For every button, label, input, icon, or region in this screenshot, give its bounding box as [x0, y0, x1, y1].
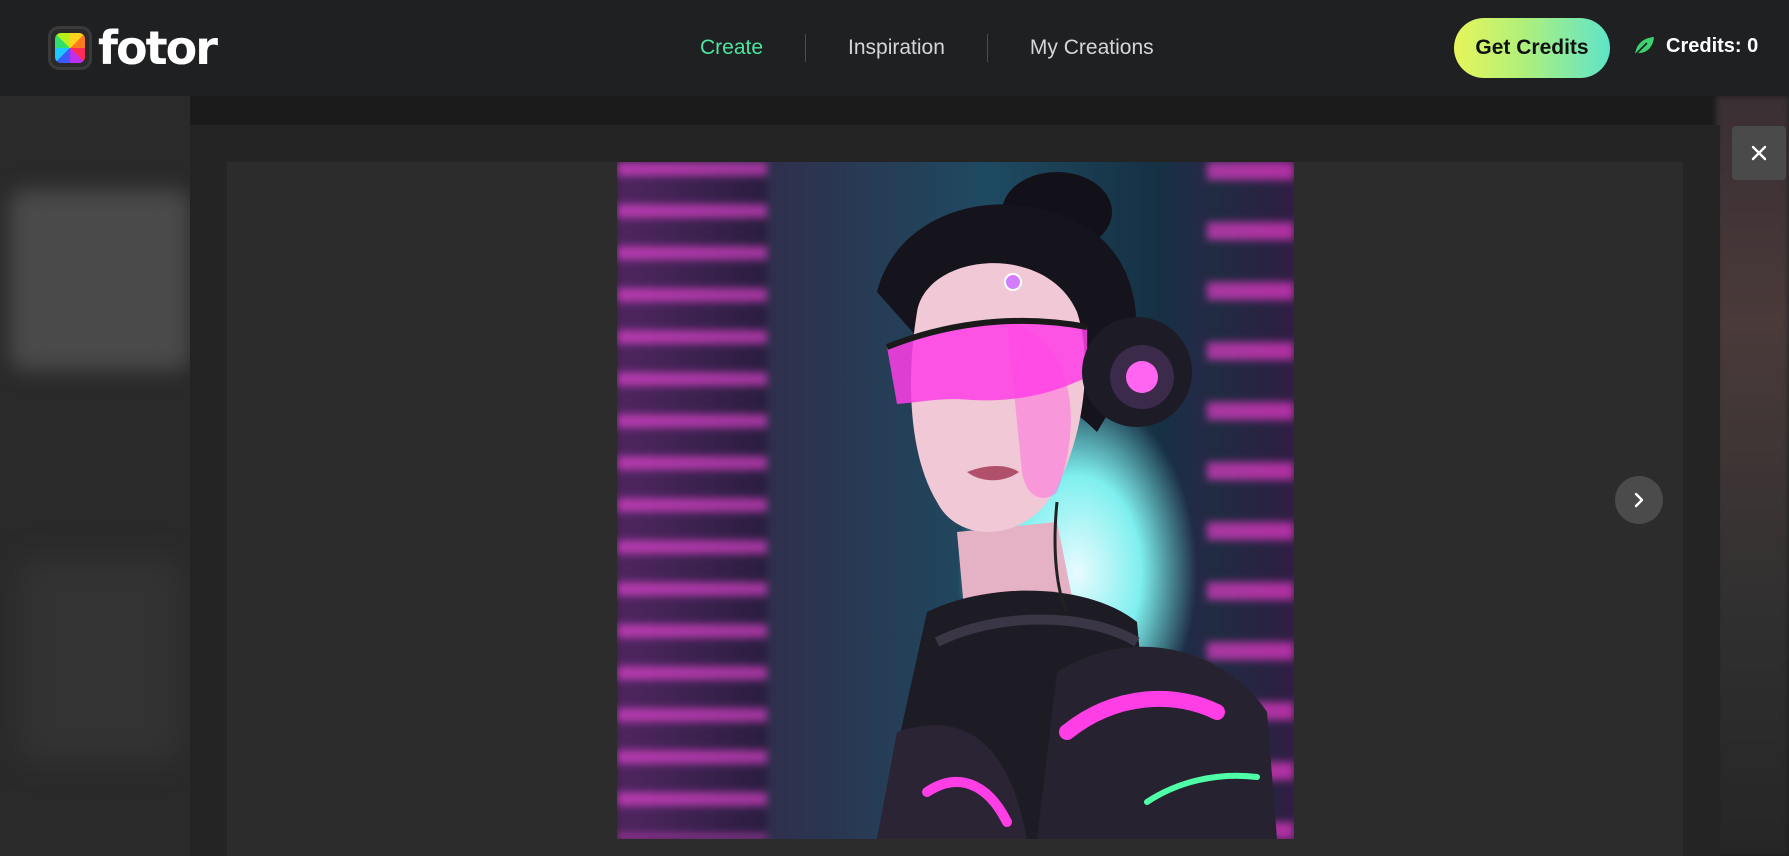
credits-balance: Credits: 0 — [1632, 34, 1758, 58]
credits-count: Credits: 0 — [1666, 34, 1759, 57]
cyberpunk-woman-illustration — [877, 172, 1277, 839]
leaf-icon — [1634, 37, 1654, 56]
brand-name: fotor — [98, 21, 218, 75]
nav-divider — [805, 34, 807, 62]
nav-item-create[interactable]: Create — [700, 36, 763, 60]
nav-divider — [986, 34, 988, 62]
background-gallery-right — [1716, 96, 1789, 856]
fotor-logo[interactable]: fotor — [48, 21, 218, 75]
main-nav: Create Inspiration My Creations — [700, 30, 1154, 66]
next-image-button[interactable] — [1615, 476, 1663, 524]
get-credits-button[interactable]: Get Credits — [1454, 18, 1610, 78]
nav-item-my-creations[interactable]: My Creations — [1030, 36, 1154, 60]
neon-city-left — [617, 162, 767, 839]
close-icon — [1751, 145, 1767, 161]
nav-item-inspiration[interactable]: Inspiration — [848, 36, 945, 60]
generated-image[interactable] — [617, 162, 1294, 839]
fotor-color-wheel-logo-icon — [48, 26, 92, 70]
background-thumbnail — [10, 190, 190, 370]
background-thumbnail — [20, 560, 180, 760]
chevron-right-icon — [1634, 492, 1644, 508]
top-navigation-bar: fotor Create Inspiration My Creations Ge… — [0, 0, 1789, 96]
close-button[interactable] — [1732, 126, 1786, 180]
